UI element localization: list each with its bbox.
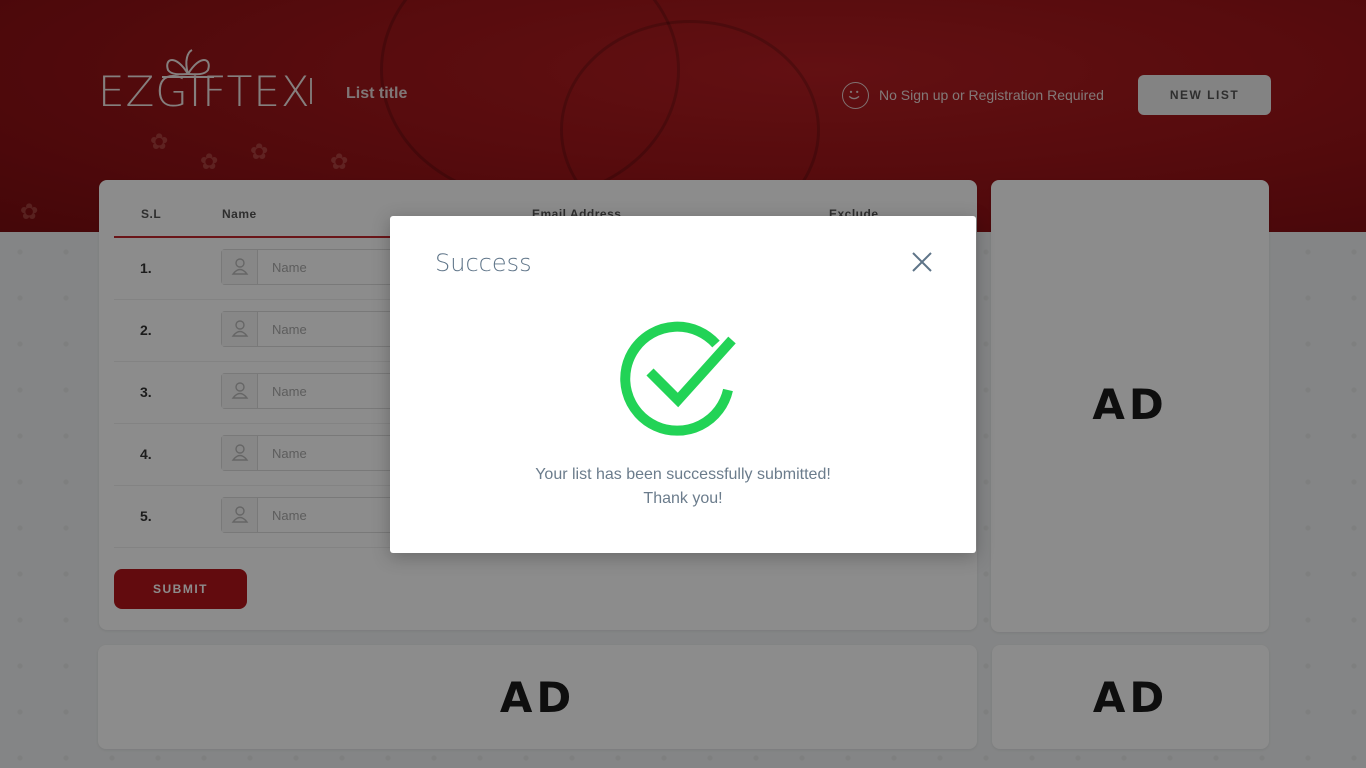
success-message: Your list has been successfully submitte…: [535, 466, 831, 483]
close-icon[interactable]: [906, 246, 938, 278]
check-circle-icon: [620, 321, 736, 436]
thank-you-message: Thank you!: [643, 490, 723, 507]
modal-title: Success: [435, 249, 532, 277]
success-modal: Success Your list has been successfully …: [390, 216, 976, 553]
